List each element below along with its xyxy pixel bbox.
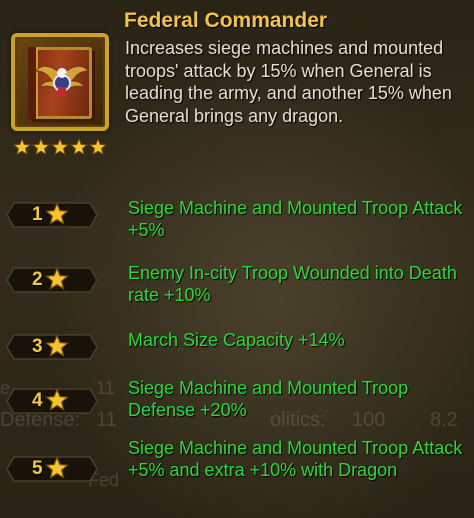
level-number: 3 <box>32 336 43 357</box>
eagle-book-icon <box>28 47 92 119</box>
level-bonus-text: Siege Machine and Mounted Troop Defense … <box>128 378 409 420</box>
star-icon <box>70 138 88 156</box>
skill-star-rating <box>13 138 107 156</box>
star-icon <box>13 138 31 156</box>
level-number: 4 <box>32 390 43 411</box>
skill-description: Increases siege machines and mounted tro… <box>125 38 452 126</box>
level-badge: 2 <box>6 266 98 294</box>
level-bonus-text: March Size Capacity +14% <box>128 330 345 350</box>
star-icon <box>45 267 69 290</box>
star-icon <box>51 138 69 156</box>
background-ghost-text: 11 <box>96 378 115 398</box>
level-bonus-text: Siege Machine and Mounted Troop Attack +… <box>128 438 463 480</box>
level-badge: 4 <box>6 387 98 415</box>
level-number: 2 <box>32 269 43 290</box>
level-number: 1 <box>32 204 43 225</box>
level-badge: 3 <box>6 333 98 361</box>
level-badge: 1 <box>6 201 98 229</box>
skill-icon <box>11 33 109 131</box>
star-icon <box>45 202 69 225</box>
skill-title: Federal Commander <box>124 9 328 32</box>
level-bonus-text: Enemy In-city Troop Wounded into Death r… <box>128 263 457 305</box>
star-icon <box>45 456 69 479</box>
star-icon <box>32 138 50 156</box>
level-badge: 5 <box>6 455 98 483</box>
star-icon <box>89 138 107 156</box>
star-icon <box>45 388 69 411</box>
level-bonus-text: Siege Machine and Mounted Troop Attack +… <box>128 198 463 240</box>
level-number: 5 <box>32 458 43 479</box>
star-icon <box>45 334 69 357</box>
background-ghost-text: 11 <box>96 409 117 431</box>
skill-tooltip-panel: e 11 Defense: 11 olitics: 100 8.2 Fed Fe… <box>0 0 474 518</box>
